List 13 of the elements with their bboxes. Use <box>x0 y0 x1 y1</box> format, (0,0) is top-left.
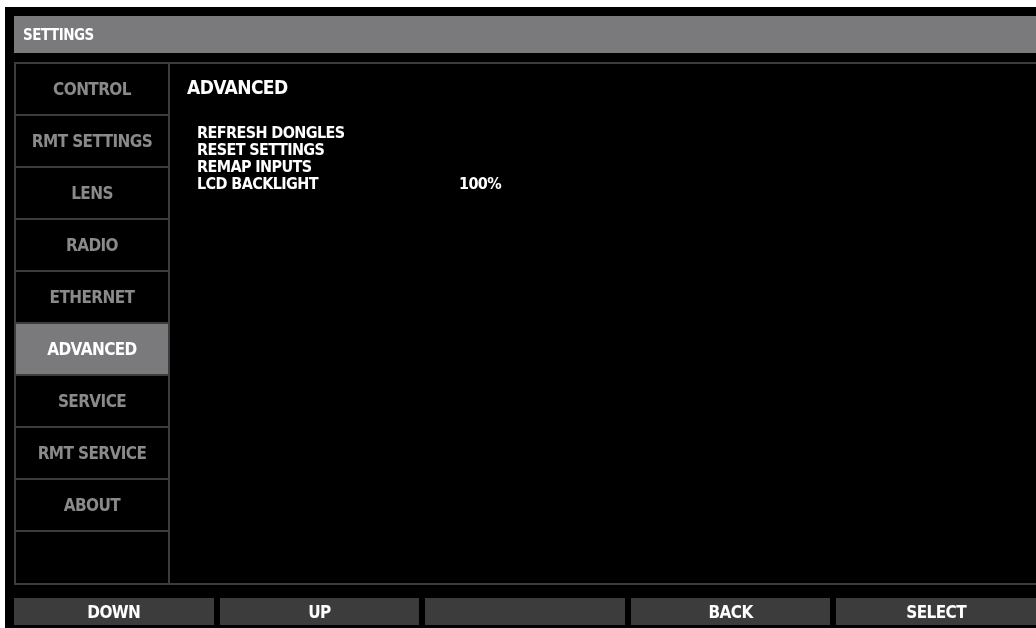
menu-option[interactable]: REFRESH DONGLES <box>197 123 459 142</box>
option-value: 100% <box>459 174 502 193</box>
softkey-button[interactable]: SELECT <box>836 598 1036 625</box>
softkey-button[interactable]: BACK <box>630 598 831 625</box>
softkey-button[interactable]: UP <box>219 598 420 625</box>
window-title: SETTINGS <box>14 16 1036 53</box>
section-heading: ADVANCED <box>187 76 289 98</box>
blank-softkey-button[interactable] <box>425 598 625 625</box>
sidebar-item[interactable]: ADVANCED <box>16 324 168 376</box>
menu-option[interactable]: RESET SETTINGS <box>197 140 459 159</box>
menu-option[interactable]: LCD BACKLIGHT <box>197 174 459 193</box>
softkey-button[interactable]: DOWN <box>14 598 214 625</box>
menu-option[interactable]: REMAP INPUTS <box>197 157 459 176</box>
